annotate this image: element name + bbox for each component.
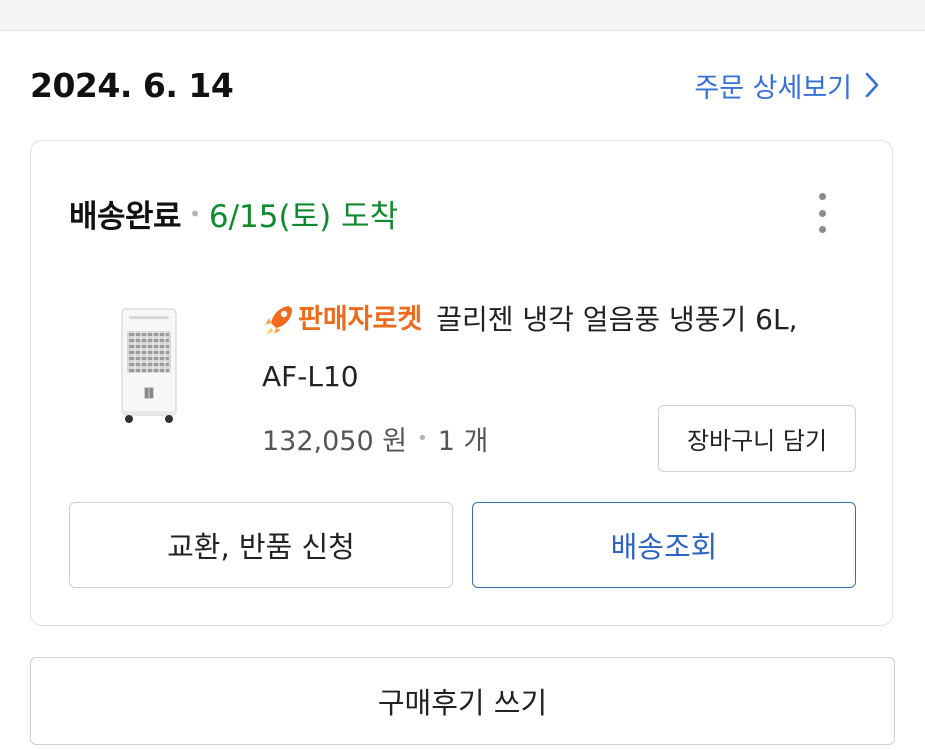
more-vertical-icon-dot [818, 209, 826, 217]
separator-dot: • [189, 201, 201, 226]
rocket-badge: 판매자로켓 [262, 291, 422, 348]
product-name-line1: 끌리젠 냉각 얼음풍 냉풍기 6L, [436, 303, 798, 336]
product-price: 132,050 원 [262, 426, 408, 457]
product-name[interactable]: 판매자로켓 끌리젠 냉각 얼음풍 냉풍기 6L, AF-L10 [262, 291, 862, 405]
delivery-tracking-button[interactable]: 배송조회 [472, 502, 856, 588]
delivery-status-row: 배송완료 • 6/15(토) 도착 [69, 191, 398, 236]
rocket-icon [265, 305, 292, 335]
rocket-badge-label: 판매자로켓 [298, 304, 423, 335]
more-vertical-icon [818, 193, 826, 200]
order-card: 배송완료 • 6/15(토) 도착 판매자로켓 끌리젠 냉각 얼음풍 냉풍기 6… [30, 140, 893, 626]
delivery-status: 배송완료 [69, 199, 182, 235]
arrival-date: 6/15(토) 도착 [208, 199, 399, 235]
order-detail-label: 주문 상세보기 [694, 72, 852, 104]
order-header: 2024. 6. 14 주문 상세보기 [30, 60, 880, 110]
add-to-cart-button[interactable]: 장바구니 담기 [658, 405, 856, 472]
product-image[interactable] [119, 307, 179, 425]
exchange-return-button[interactable]: 교환, 반품 신청 [69, 502, 453, 588]
top-strip [0, 0, 925, 31]
write-review-button[interactable]: 구매후기 쓰기 [30, 657, 895, 745]
separator-dot: • [417, 428, 428, 449]
order-date: 2024. 6. 14 [30, 65, 234, 105]
product-name-line2: AF-L10 [262, 360, 359, 393]
price-row: 132,050 원 • 1 개 [262, 419, 488, 458]
more-options-button[interactable] [810, 193, 834, 233]
chevron-right-icon [865, 72, 879, 98]
product-quantity: 1 개 [437, 426, 489, 457]
order-detail-link[interactable]: 주문 상세보기 [694, 66, 880, 105]
more-vertical-icon-dot [818, 226, 826, 233]
